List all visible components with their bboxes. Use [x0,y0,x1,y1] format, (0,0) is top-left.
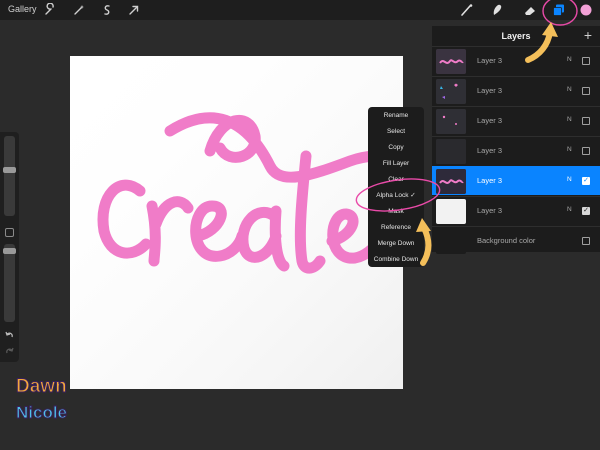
visibility-checkbox[interactable]: ✓ [582,177,590,185]
menu-item-mask[interactable]: Mask [368,204,424,220]
blend-mode-button[interactable]: N [567,176,572,183]
color-swatch-icon[interactable] [579,3,593,17]
menu-item-clear[interactable]: Clear [368,172,424,188]
logo-line-dawn: Dawn [16,376,67,397]
layer-name: Layer 3 [477,206,503,215]
add-layer-button[interactable]: + [584,27,592,43]
blend-mode-button[interactable]: N [567,56,572,63]
opacity-thumb[interactable] [3,248,16,254]
modify-button[interactable] [5,228,14,237]
top-toolbar: Gallery [0,0,600,20]
undo-icon[interactable] [4,330,15,341]
layer-name: Layer 3 [477,176,503,185]
magic-wand-icon[interactable] [72,3,86,17]
blend-mode-button[interactable]: N [567,86,572,93]
layer-thumbnail [436,109,466,134]
menu-item-fill-layer[interactable]: Fill Layer [368,156,424,172]
background-layer-name: Background color [477,236,536,245]
layer-thumbnail [436,199,466,224]
layer-name: Layer 3 [477,86,503,95]
gallery-button[interactable]: Gallery [8,4,37,14]
background-layer-row[interactable]: Background color [432,226,600,255]
visibility-checkbox[interactable]: ✓ [582,207,590,215]
layer-name: Layer 3 [477,116,503,125]
menu-item-select[interactable]: Select [368,124,424,140]
brush-size-slider[interactable] [3,136,16,216]
layer-row[interactable]: Layer 3 N [432,76,600,105]
blend-mode-button[interactable]: N [567,206,572,213]
redo-icon[interactable] [4,346,15,357]
visibility-checkbox[interactable] [582,117,590,125]
transform-arrow-icon[interactable] [127,3,141,17]
layer-row[interactable]: Layer 3 N ✓ [432,196,600,225]
eraser-icon[interactable] [523,3,537,17]
logo-line-nicole: Nicole [16,403,67,422]
brush-size-thumb[interactable] [3,167,16,173]
selection-icon[interactable] [100,3,114,17]
blend-mode-button[interactable]: N [567,146,572,153]
left-sidebar [0,132,19,362]
layers-icon[interactable] [552,3,566,17]
menu-item-rename[interactable]: Rename [368,108,424,124]
layer-name: Layer 3 [477,146,503,155]
layer-row[interactable]: Layer 3 N [432,46,600,75]
menu-item-merge-down[interactable]: Merge Down [368,236,424,252]
opacity-slider[interactable] [3,244,16,322]
layer-row[interactable]: Layer 3 N [432,136,600,165]
brand-logo: Dawn Nicole [14,368,86,428]
background-thumbnail [436,229,466,254]
layer-thumbnail [436,139,466,164]
layers-panel: Layers + Layer 3 N Layer 3 N Layer 3 N L… [432,26,600,255]
smudge-icon[interactable] [490,3,504,17]
visibility-checkbox[interactable] [582,87,590,95]
layer-options-menu: Rename Select Copy Fill Layer Clear Alph… [368,107,424,267]
menu-item-combine-down[interactable]: Combine Down [368,252,424,268]
menu-item-copy[interactable]: Copy [368,140,424,156]
layer-name: Layer 3 [477,56,503,65]
brush-icon[interactable] [460,3,474,17]
visibility-checkbox[interactable] [582,57,590,65]
blend-mode-button[interactable]: N [567,116,572,123]
visibility-checkbox[interactable] [582,237,590,245]
visibility-checkbox[interactable] [582,147,590,155]
menu-item-alpha-lock[interactable]: Alpha Lock ✓ [368,188,424,204]
layer-thumbnail [436,49,466,74]
layer-thumbnail [436,79,466,104]
wrench-icon[interactable] [43,3,57,17]
menu-item-reference[interactable]: Reference [368,220,424,236]
drawing-canvas[interactable] [70,56,403,389]
layer-row-selected[interactable]: Layer 3 N ✓ [432,166,600,195]
layer-thumbnail [436,169,466,194]
layers-title: Layers [501,31,531,41]
layer-row[interactable]: Layer 3 N [432,106,600,135]
